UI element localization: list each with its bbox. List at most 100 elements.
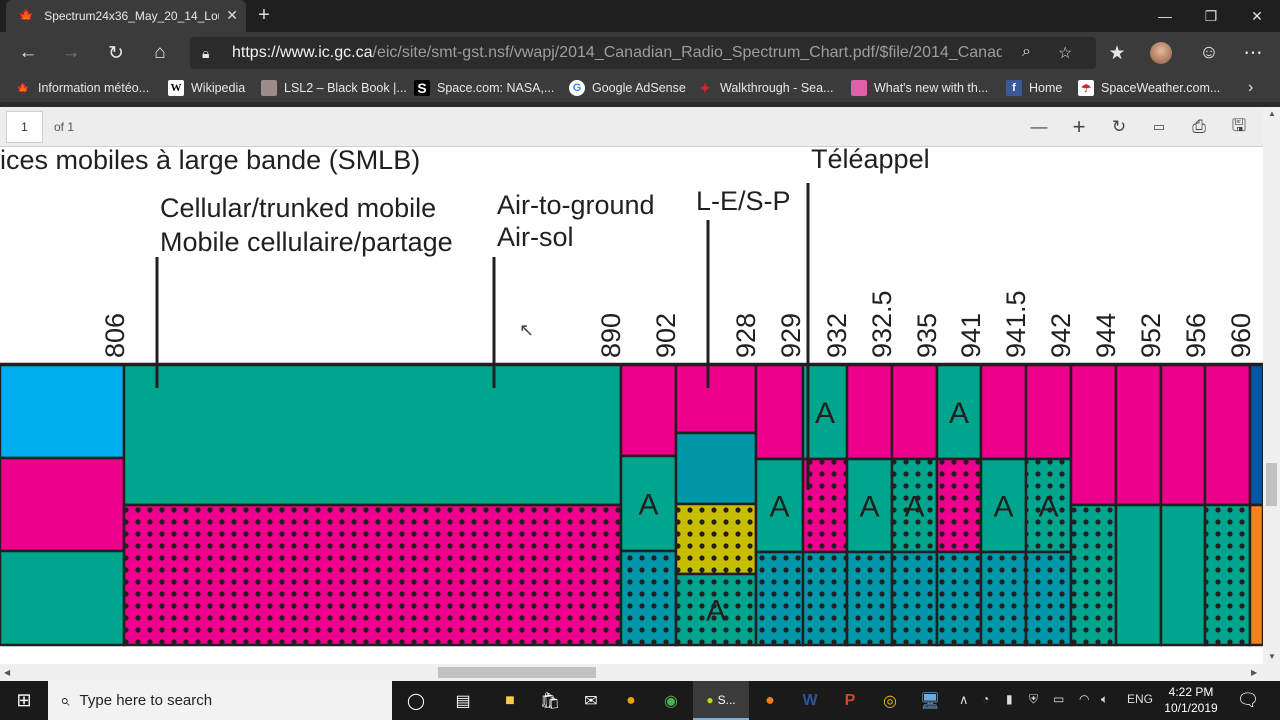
fit-width-icon[interactable]: ▭ xyxy=(1147,116,1171,138)
page-count: of 1 xyxy=(54,120,75,134)
horizontal-scrollbar[interactable]: ◀ ▶ xyxy=(0,664,1263,681)
close-window-button[interactable]: ✕ xyxy=(1234,0,1280,32)
bookmark-item[interactable]: ✦ Walkthrough - Sea... xyxy=(697,79,833,97)
bookmark-item[interactable]: ☂ SpaceWeather.com... xyxy=(1078,79,1220,97)
show-hidden-icons-chevron[interactable]: ∧ xyxy=(959,692,969,708)
clock-time: 4:22 PM xyxy=(1168,685,1214,699)
vertical-scrollbar[interactable]: ▲ ▼ xyxy=(1263,107,1280,664)
zoom-in-icon[interactable]: + xyxy=(1067,114,1091,139)
label-air-ground-fr: Air-sol xyxy=(497,222,574,252)
refresh-button[interactable]: ↻ xyxy=(103,40,129,66)
firefox-icon[interactable]: ● xyxy=(750,681,790,720)
bookmark-label: Google AdSense xyxy=(592,81,686,95)
url-text[interactable]: https://www.ic.gc.ca/eic/site/smt-gst.ns… xyxy=(232,44,1002,62)
bookmark-item[interactable]: LSL2 – Black Book |... xyxy=(261,79,407,97)
forward-button[interactable]: → xyxy=(58,40,84,66)
allocation-block xyxy=(674,363,758,435)
vertical-scroll-thumb[interactable] xyxy=(1266,463,1277,506)
lsl-icon xyxy=(261,80,277,96)
horizontal-scroll-thumb[interactable] xyxy=(438,667,596,678)
language-indicator[interactable]: ENG xyxy=(1127,692,1153,706)
band-letter: A xyxy=(706,595,726,628)
file-explorer-icon[interactable]: ■ xyxy=(490,681,530,720)
task-view-icon[interactable]: ▤ xyxy=(443,681,483,720)
title-bar: 🍁 Spectrum24x36_May_20_14_Loui ✕ + — ❐ ✕ xyxy=(0,0,1280,32)
taskbar-search-box[interactable]: ⌕ Type here to search xyxy=(48,681,392,720)
new-tab-button[interactable]: + xyxy=(252,4,276,27)
bookmark-item[interactable]: G Google AdSense xyxy=(569,79,686,97)
word-icon[interactable]: W xyxy=(790,681,830,720)
windows-start-icon[interactable]: ⊞ xyxy=(4,681,44,720)
notification-center-icon[interactable]: 🗨︎ xyxy=(1228,681,1268,720)
zoom-out-icon[interactable]: — xyxy=(1027,116,1051,138)
favorite-star-icon[interactable]: ☆ xyxy=(1058,43,1072,63)
browser-tab[interactable]: 🍁 Spectrum24x36_May_20_14_Loui ✕ xyxy=(6,0,246,32)
allocation-block xyxy=(1159,363,1207,507)
dot-pattern xyxy=(1072,506,1115,644)
bookmark-item[interactable]: 🍁 Information météo... xyxy=(15,79,149,97)
print-icon[interactable]: ⎙ xyxy=(1187,116,1211,138)
scroll-down-arrow-icon[interactable]: ▼ xyxy=(1268,652,1276,661)
scroll-right-arrow-icon[interactable]: ▶ xyxy=(1251,668,1257,677)
wikipedia-icon: W xyxy=(168,80,184,96)
obs-icon[interactable]: ◔ xyxy=(982,692,989,706)
battery-icon[interactable]: ▭ xyxy=(1053,692,1064,706)
avatar[interactable] xyxy=(1148,40,1174,66)
bookmark-item[interactable]: S Space.com: NASA,... xyxy=(414,79,554,97)
label-les-p: L-E/S-P xyxy=(696,186,791,216)
frequency-label: 890 xyxy=(596,313,626,358)
restore-button[interactable]: ❐ xyxy=(1188,0,1234,32)
clock[interactable]: 4:22 PM 10/1/2019 xyxy=(1160,684,1222,716)
band-letter: A xyxy=(904,491,924,524)
cortana-icon[interactable]: ◯ xyxy=(396,681,436,720)
mail-icon[interactable]: ✉ xyxy=(571,681,611,720)
clock-date: 10/1/2019 xyxy=(1164,701,1218,715)
feedback-smiley-icon[interactable]: ☺ xyxy=(1196,40,1222,66)
chrome-icon[interactable]: ◉ xyxy=(651,681,691,720)
minimize-button[interactable]: — xyxy=(1142,0,1188,32)
chrome-canary-icon[interactable]: ◎ xyxy=(870,681,910,720)
frequency-label: 902 xyxy=(651,313,681,358)
google-icon: G xyxy=(569,80,585,96)
zoom-icon[interactable]: ⌕ xyxy=(1022,43,1031,61)
frequency-label: 932.5 xyxy=(867,290,897,358)
address-bar[interactable]: 🔒︎ https://www.ic.gc.ca/eic/site/smt-gst… xyxy=(190,37,1096,69)
back-button[interactable]: ← xyxy=(15,40,41,66)
more-bookmarks-chevron-icon[interactable]: › xyxy=(1248,79,1253,97)
bookmark-item[interactable]: What's new with th... xyxy=(851,79,988,97)
volume-icon[interactable]: 🔈︎ xyxy=(1101,692,1108,707)
scroll-left-arrow-icon[interactable]: ◀ xyxy=(4,668,10,677)
band-letter: A xyxy=(638,489,658,522)
security-shield-icon[interactable]: ⛨ xyxy=(1029,692,1038,707)
favorites-icon[interactable]: ★ xyxy=(1104,40,1130,66)
frequency-label: 956 xyxy=(1181,313,1211,358)
bookmark-item[interactable]: f Home xyxy=(1006,79,1062,97)
powerpoint-icon[interactable]: P xyxy=(830,681,870,720)
frequency-label: 952 xyxy=(1136,313,1166,358)
label-cellular-en: Cellular/trunked mobile xyxy=(160,193,436,223)
taskbar-active-app[interactable]: ● S... xyxy=(693,681,749,720)
remote-desktop-icon[interactable]: 🖥︎ xyxy=(910,681,950,720)
bookmark-item[interactable]: W Wikipedia xyxy=(168,79,245,97)
header-text: ices mobiles à large bande (SMLB) xyxy=(0,148,420,175)
wifi-icon[interactable]: ◠ xyxy=(1079,692,1089,706)
band-letter: A xyxy=(815,397,835,430)
frequency-label: 932 xyxy=(822,313,852,358)
save-icon[interactable]: 🖫︎ xyxy=(1227,116,1251,138)
frequency-label: 960 xyxy=(1226,313,1256,358)
home-button[interactable]: ⌂ xyxy=(147,40,173,66)
space-icon: S xyxy=(414,80,430,96)
rotate-icon[interactable]: ↻ xyxy=(1107,116,1131,138)
close-tab-icon[interactable]: ✕ xyxy=(226,7,238,24)
edge-canary-icon[interactable]: ● xyxy=(611,681,651,720)
more-menu-icon[interactable]: ⋯ xyxy=(1240,40,1266,66)
bookmark-label: SpaceWeather.com... xyxy=(1101,81,1221,95)
allocation-block xyxy=(0,363,126,460)
scroll-up-arrow-icon[interactable]: ▲ xyxy=(1268,109,1276,118)
usb-drive-icon[interactable]: ▮ xyxy=(1006,692,1013,706)
spaceweather-icon: ☂ xyxy=(1078,80,1094,96)
allocation-blocks: AAAAA AAA A xyxy=(0,362,1263,647)
page-number-input[interactable]: 1 xyxy=(6,111,43,143)
store-icon[interactable]: 🛍︎ xyxy=(530,681,570,720)
frequency-label: 941.5 xyxy=(1001,290,1031,358)
